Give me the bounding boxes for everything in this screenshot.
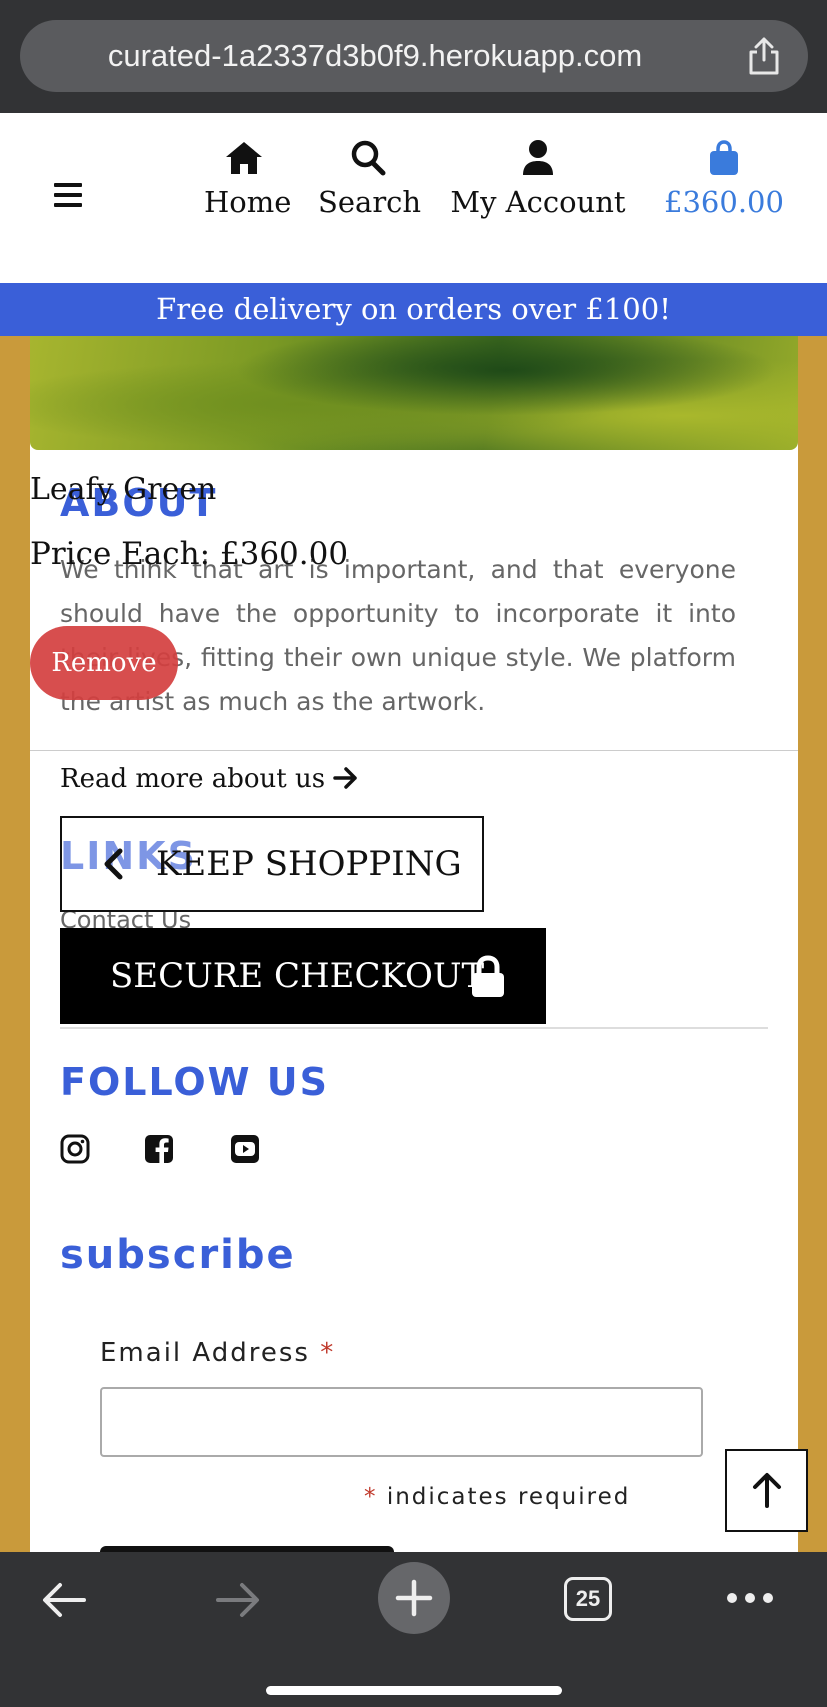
site-header: Home Search My Account £360.00 — [0, 113, 827, 283]
follow-heading: FOLLOW US — [60, 1060, 330, 1104]
remove-button[interactable]: Remove — [30, 626, 178, 700]
required-note-text: indicates required — [386, 1484, 631, 1510]
subscribe-heading: subscribe — [60, 1232, 296, 1278]
plus-icon — [395, 1579, 433, 1617]
home-icon — [226, 142, 262, 174]
nav-search[interactable]: Search — [318, 139, 422, 220]
url-text[interactable]: curated-1a2337d3b0f9.herokuapp.com — [20, 20, 730, 92]
bag-icon — [710, 140, 738, 175]
browser-bottom-bar: 25 — [0, 1552, 827, 1707]
email-label-text: Email Address — [100, 1338, 310, 1368]
user-icon — [523, 140, 553, 175]
share-icon[interactable] — [746, 36, 782, 76]
nav-search-label: Search — [318, 185, 422, 219]
keep-shopping-label: KEEP SHOPPING — [156, 844, 462, 884]
keep-shopping-button[interactable]: KEEP SHOPPING — [60, 816, 484, 912]
secure-checkout-button[interactable]: SECURE CHECKOUT — [60, 928, 546, 1024]
home-indicator — [266, 1686, 562, 1695]
read-more-label: Read more about us — [60, 764, 326, 794]
product-title: Leafy Green — [30, 472, 217, 507]
email-field[interactable] — [100, 1387, 703, 1457]
facebook-icon[interactable] — [144, 1134, 174, 1164]
lock-icon — [472, 955, 504, 997]
chevron-left-icon — [104, 848, 123, 880]
youtube-icon[interactable] — [230, 1134, 260, 1164]
search-icon — [351, 140, 386, 176]
read-more-link[interactable]: Read more about us — [60, 764, 359, 794]
tabs-count-button[interactable]: 25 — [564, 1577, 612, 1621]
more-icon[interactable] — [726, 1592, 774, 1604]
secure-checkout-label: SECURE CHECKOUT — [110, 956, 485, 996]
delivery-banner: Free delivery on orders over £100! — [0, 283, 827, 336]
arrow-up-icon — [753, 1473, 781, 1508]
required-star: * — [320, 1338, 336, 1368]
nav-bag[interactable]: £360.00 — [656, 139, 792, 220]
divider — [60, 1027, 768, 1029]
address-bar[interactable]: curated-1a2337d3b0f9.herokuapp.com — [20, 20, 808, 92]
menu-icon[interactable] — [54, 183, 82, 209]
back-icon[interactable] — [40, 1580, 88, 1620]
new-tab-button[interactable] — [378, 1562, 450, 1634]
nav-account-label: My Account — [450, 185, 626, 219]
product-image[interactable] — [30, 336, 798, 450]
nav-home[interactable]: Home — [204, 139, 291, 220]
bag-total: £360.00 — [664, 185, 784, 219]
product-price: Price Each: £360.00 — [30, 536, 349, 572]
nav-account[interactable]: My Account — [450, 139, 626, 220]
nav-home-label: Home — [204, 185, 292, 219]
browser-top-bar: curated-1a2337d3b0f9.herokuapp.com — [0, 0, 827, 113]
required-note: * indicates required — [364, 1484, 630, 1510]
email-label: Email Address * — [100, 1338, 335, 1368]
instagram-icon[interactable] — [60, 1134, 90, 1164]
arrow-right-icon — [333, 767, 358, 789]
required-star: * — [364, 1484, 378, 1510]
back-to-top-button[interactable] — [725, 1449, 808, 1532]
forward-icon[interactable] — [214, 1580, 262, 1620]
divider — [30, 750, 798, 751]
